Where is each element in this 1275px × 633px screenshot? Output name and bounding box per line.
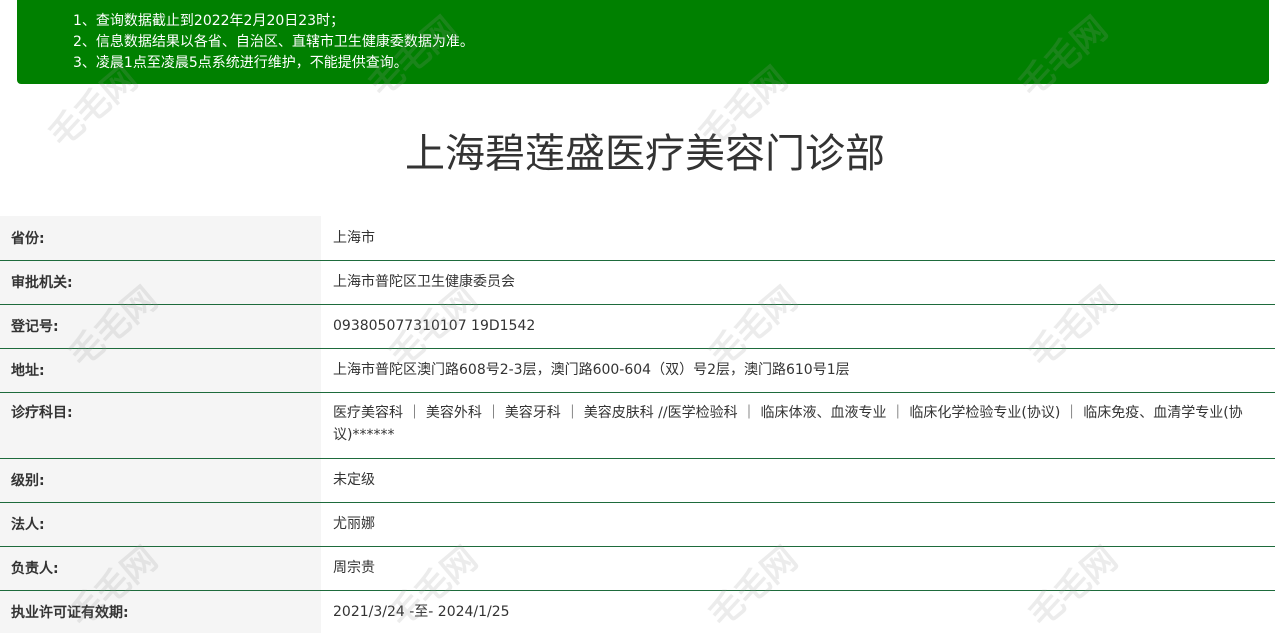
row-license-validity: 执业许可证有效期: 2021/3/24 -至- 2024/1/25 — [0, 590, 1275, 633]
row-label: 执业许可证有效期: — [0, 590, 321, 633]
row-value: 上海市普陀区澳门路608号2-3层，澳门路600-604（双）号2层，澳门路61… — [321, 348, 1275, 393]
info-table: 省份: 上海市 审批机关: 上海市普陀区卫生健康委员会 登记号: 0938050… — [0, 216, 1275, 633]
row-label: 级别: — [0, 458, 321, 503]
row-value: 未定级 — [321, 458, 1275, 503]
row-label: 审批机关: — [0, 260, 321, 305]
row-value: 周宗贵 — [321, 546, 1275, 591]
notice-line-2: 2、信息数据结果以各省、自治区、直辖市卫生健康委数据为准。 — [73, 34, 474, 50]
row-value: 上海市 — [321, 216, 1275, 261]
row-person-in-charge: 负责人: 周宗贵 — [0, 546, 1275, 591]
page: 1、查询数据截止到2022年2月20日23时； 2、信息数据结果以各省、自治区、… — [0, 0, 1275, 633]
row-approval-authority: 审批机关: 上海市普陀区卫生健康委员会 — [0, 260, 1275, 305]
row-label: 法人: — [0, 502, 321, 547]
row-value: 尤丽娜 — [321, 502, 1275, 547]
row-label: 登记号: — [0, 304, 321, 349]
row-label: 诊疗科目: — [0, 392, 321, 459]
row-label: 地址: — [0, 348, 321, 393]
row-value: 上海市普陀区卫生健康委员会 — [321, 260, 1275, 305]
row-value: 2021/3/24 -至- 2024/1/25 — [321, 590, 1275, 633]
row-label: 负责人: — [0, 546, 321, 591]
row-registration-number: 登记号: 093805077310107 19D1542 — [0, 304, 1275, 349]
notice-banner: 1、查询数据截止到2022年2月20日23时； 2、信息数据结果以各省、自治区、… — [17, 0, 1269, 84]
row-departments: 诊疗科目: 医疗美容科 ｜ 美容外科 ｜ 美容牙科 ｜ 美容皮肤科 //医学检验… — [0, 392, 1275, 459]
row-legal-person: 法人: 尤丽娜 — [0, 502, 1275, 547]
notice-line-1: 1、查询数据截止到2022年2月20日23时； — [73, 13, 345, 29]
row-province: 省份: 上海市 — [0, 216, 1275, 261]
notice-line-3: 3、凌晨1点至凌晨5点系统进行维护，不能提供查询。 — [73, 55, 408, 71]
row-value: 医疗美容科 ｜ 美容外科 ｜ 美容牙科 ｜ 美容皮肤科 //医学检验科 ｜ 临床… — [321, 392, 1275, 459]
row-label: 省份: — [0, 216, 321, 261]
row-value: 093805077310107 19D1542 — [321, 304, 1275, 349]
row-address: 地址: 上海市普陀区澳门路608号2-3层，澳门路600-604（双）号2层，澳… — [0, 348, 1275, 393]
page-title: 上海碧莲盛医疗美容门诊部 — [405, 131, 885, 177]
row-level: 级别: 未定级 — [0, 458, 1275, 503]
